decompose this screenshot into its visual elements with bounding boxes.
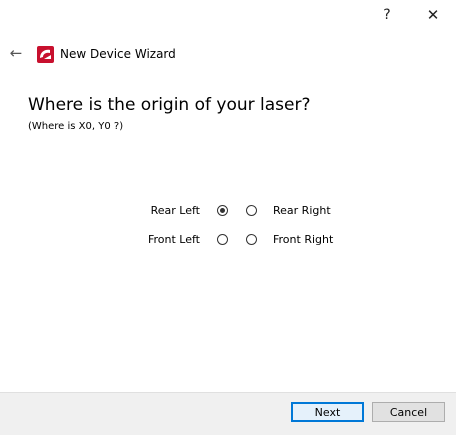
rear-right-label: Rear Right: [273, 204, 331, 217]
page-title: Where is the origin of your laser?: [28, 95, 311, 115]
app-logo-icon: [37, 46, 54, 63]
front-right-radio[interactable]: [246, 234, 257, 245]
rear-left-label: Rear Left: [150, 204, 200, 217]
back-button[interactable]: ←: [6, 43, 26, 63]
rear-left-radio[interactable]: [217, 205, 228, 216]
cancel-button[interactable]: Cancel: [372, 402, 445, 422]
close-button[interactable]: ✕: [410, 0, 456, 30]
next-button[interactable]: Next: [291, 402, 364, 422]
cancel-button-label: Cancel: [389, 405, 428, 419]
close-icon: ✕: [426, 6, 440, 24]
front-left-radio[interactable]: [217, 234, 228, 245]
front-left-label: Front Left: [147, 233, 200, 246]
help-button[interactable]: ?: [364, 0, 410, 30]
rear-right-radio[interactable]: [246, 205, 257, 216]
help-button-label: ?: [383, 7, 391, 23]
page-subtitle: (Where is X0, Y0 ?): [28, 121, 124, 132]
wizard-title: New Device Wizard: [60, 47, 176, 61]
next-button-label: Next: [314, 405, 341, 419]
front-right-label: Front Right: [273, 233, 334, 246]
back-arrow-icon: ←: [9, 44, 23, 62]
